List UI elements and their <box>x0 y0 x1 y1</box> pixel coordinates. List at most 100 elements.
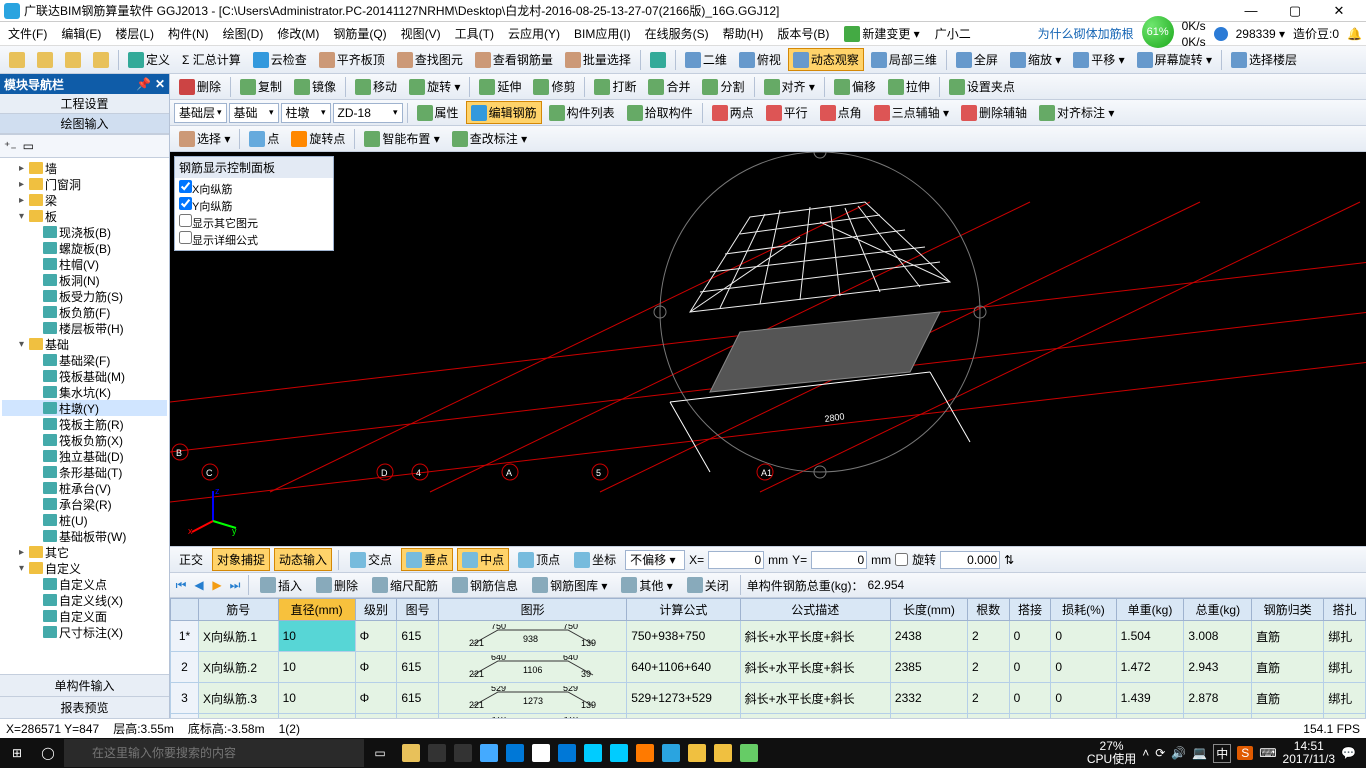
toolbar-button[interactable]: 点 <box>244 127 284 150</box>
toolbar-button[interactable] <box>4 49 30 71</box>
tree-node[interactable]: 自定义线(X) <box>2 592 167 608</box>
toolbar-button[interactable]: 合并 <box>643 75 695 98</box>
collapse-all-icon[interactable]: ▭ <box>23 139 34 153</box>
minimize-button[interactable]: — <box>1236 3 1266 19</box>
snap-mode[interactable]: 垂点 <box>401 548 453 571</box>
tray-sync-icon[interactable]: ⟳ <box>1155 746 1165 760</box>
tree-node[interactable]: 螺旋板(B) <box>2 240 167 256</box>
tree-node[interactable]: 承台梁(R) <box>2 496 167 512</box>
table-header[interactable]: 公式描述 <box>740 599 890 621</box>
floor-select[interactable]: 基础层▾ <box>174 103 227 123</box>
tree-node[interactable]: 尺寸标注(X) <box>2 624 167 640</box>
rotate-checkbox[interactable] <box>895 553 908 566</box>
tree-node[interactable]: 基础板带(W) <box>2 528 167 544</box>
menu-item[interactable]: 楼层(L) <box>111 23 158 44</box>
taskbar-app[interactable] <box>558 744 576 762</box>
taskbar-app[interactable] <box>428 744 446 762</box>
nav-prev-icon[interactable]: ◀ <box>192 578 206 592</box>
toolbar-button[interactable]: 俯视 <box>734 48 786 71</box>
taskbar-search[interactable] <box>64 739 364 767</box>
tray-date[interactable]: 2017/11/3 <box>1283 753 1336 766</box>
table-tool[interactable]: 缩尺配筋 <box>367 574 443 597</box>
tree-node[interactable]: 板洞(N) <box>2 272 167 288</box>
close-button[interactable]: ✕ <box>1324 3 1354 19</box>
toolbar-button[interactable] <box>88 49 114 71</box>
tree-node[interactable]: ▾自定义 <box>2 560 167 576</box>
tray-ime[interactable]: 中 <box>1213 744 1231 763</box>
toolbar-button[interactable]: 屏幕旋转 ▾ <box>1132 48 1217 71</box>
toolbar-button[interactable]: 删除辅轴 <box>956 101 1032 124</box>
offset-select[interactable]: 不偏移 ▾ <box>625 550 685 570</box>
table-header[interactable]: 长度(mm) <box>890 599 967 621</box>
taskbar-app[interactable] <box>610 744 628 762</box>
menu-item[interactable]: 编辑(E) <box>57 23 105 44</box>
tree-node[interactable]: 楼层板带(H) <box>2 320 167 336</box>
table-header[interactable]: 损耗(%) <box>1051 599 1116 621</box>
tray-notifications-icon[interactable]: 💬 <box>1341 746 1356 760</box>
tray-sogou-icon[interactable]: S <box>1237 746 1253 760</box>
toolbar-button[interactable]: 平行 <box>761 101 813 124</box>
tree-node[interactable]: ▸其它 <box>2 544 167 560</box>
taskbar-app[interactable] <box>454 744 472 762</box>
toolbar-button[interactable]: 打断 <box>589 75 641 98</box>
tree-node[interactable]: 自定义点 <box>2 576 167 592</box>
taskbar-app[interactable] <box>532 744 550 762</box>
menu-item[interactable]: 视图(V) <box>397 23 445 44</box>
tree-node[interactable]: 板受力筋(S) <box>2 288 167 304</box>
panel-close-icon[interactable]: ✕ <box>155 77 165 91</box>
tray-volume-icon[interactable]: 🔊 <box>1171 746 1186 760</box>
table-header[interactable]: 搭接 <box>1009 599 1051 621</box>
tree-node[interactable]: 桩承台(V) <box>2 480 167 496</box>
toolbar-button[interactable] <box>60 49 86 71</box>
snap-mode[interactable]: 中点 <box>457 548 509 571</box>
coin-count[interactable]: 298339 ▾ <box>1236 27 1285 41</box>
tray-keyboard-icon[interactable]: ⌨ <box>1259 746 1276 760</box>
toolbar-button[interactable]: 局部三维 <box>866 48 942 71</box>
menu-item[interactable]: 云应用(Y) <box>504 23 564 44</box>
tree-node[interactable]: ▸梁 <box>2 192 167 208</box>
toolbar-button[interactable]: 分割 <box>697 75 749 98</box>
bell-icon[interactable]: 🔔 <box>1347 27 1362 41</box>
component-tree[interactable]: ▸墙▸门窗洞▸梁▾板现浇板(B)螺旋板(B)柱帽(V)板洞(N)板受力筋(S)板… <box>0 158 169 674</box>
toolbar-button[interactable]: 延伸 <box>474 75 526 98</box>
tree-node[interactable]: 集水坑(K) <box>2 384 167 400</box>
toolbar-button[interactable]: 移动 <box>350 75 402 98</box>
tray-cpu[interactable]: 27%CPU使用 <box>1087 740 1136 766</box>
y-input[interactable] <box>811 551 867 569</box>
user-label[interactable]: 广小二 <box>931 23 975 44</box>
toolbar-button[interactable]: 旋转 ▾ <box>404 75 465 98</box>
toolbar-button[interactable]: 动态观察 <box>788 48 864 71</box>
tab-draw-input[interactable]: 绘图输入 <box>0 114 169 134</box>
toolbar-button[interactable]: 缩放 ▾ <box>1005 48 1066 71</box>
ortho-toggle[interactable]: 正交 <box>174 548 208 571</box>
hint-link[interactable]: 为什么砌体加筋根 <box>1038 25 1134 42</box>
toolbar-button[interactable]: 二维 <box>680 48 732 71</box>
taskbar-app[interactable] <box>402 744 420 762</box>
toolbar-button[interactable]: 属性 <box>412 101 464 124</box>
tray-up-icon[interactable]: ˄ <box>1142 746 1149 760</box>
taskbar-app[interactable] <box>480 744 498 762</box>
menu-item[interactable]: 工具(T) <box>451 23 498 44</box>
nav-last-icon[interactable]: ⏭ <box>228 578 242 592</box>
toolbar-button[interactable]: 平齐板顶 <box>314 48 390 71</box>
taskbar-app[interactable] <box>740 744 758 762</box>
tree-node[interactable]: 筏板负筋(X) <box>2 432 167 448</box>
tree-node[interactable]: 条形基础(T) <box>2 464 167 480</box>
pin-icon[interactable]: 📌 <box>136 77 151 91</box>
table-tool[interactable]: 关闭 <box>682 574 734 597</box>
toolbar-button[interactable] <box>32 49 58 71</box>
toolbar-button[interactable]: 拉伸 <box>883 75 935 98</box>
snap-mode[interactable]: 坐标 <box>569 548 621 571</box>
toolbar-button[interactable]: 删除 <box>174 75 226 98</box>
table-header[interactable]: 筋号 <box>199 599 279 621</box>
3d-viewport[interactable]: 钢筋显示控制面板 X向纵筋Y向纵筋显示其它图元显示详细公式 BCD4A5A1 <box>170 152 1366 546</box>
tree-node[interactable]: 现浇板(B) <box>2 224 167 240</box>
toolbar-button[interactable]: 查看钢筋量 <box>470 48 558 71</box>
toolbar-button[interactable]: 镜像 <box>289 75 341 98</box>
table-tool[interactable]: 插入 <box>255 574 307 597</box>
taskbar-app[interactable] <box>584 744 602 762</box>
menu-item[interactable]: BIM应用(I) <box>570 23 635 44</box>
menu-item[interactable]: 帮助(H) <box>719 23 768 44</box>
toolbar-button[interactable] <box>645 49 671 71</box>
taskbar-app[interactable] <box>662 744 680 762</box>
